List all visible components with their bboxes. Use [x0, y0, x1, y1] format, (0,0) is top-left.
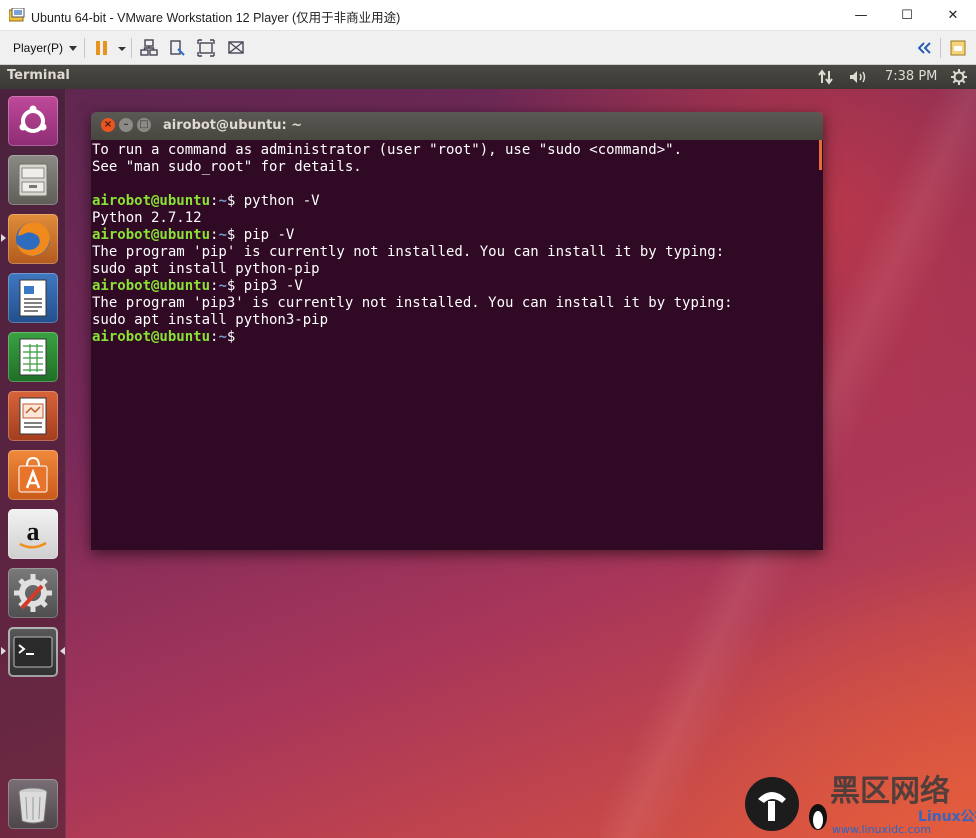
running-indicator	[1, 647, 6, 655]
close-button[interactable]: ✕	[930, 0, 976, 31]
ubuntu-top-panel: Terminal 7:38 PM	[0, 65, 976, 89]
shopping-bag-icon	[18, 456, 48, 493]
panel-clock[interactable]: 7:38 PM	[885, 69, 937, 84]
launcher-settings-button[interactable]	[8, 568, 58, 618]
network-devices-icon[interactable]	[140, 39, 158, 57]
launcher-trash-button[interactable]	[8, 779, 58, 829]
prompt-command: $	[226, 329, 244, 345]
launcher-software-button[interactable]	[8, 450, 58, 500]
fullscreen-icon[interactable]	[197, 39, 215, 57]
prompt-command: $ pip -V	[226, 227, 295, 243]
terminal-prompt-line: airobot@ubuntu:~$	[92, 329, 733, 346]
unity-launcher: a	[0, 89, 66, 838]
prompt-cwd: ~	[218, 329, 227, 345]
terminal-title: airobot@ubuntu: ~	[163, 118, 303, 133]
presentation-icon	[19, 397, 47, 435]
prompt-cwd: ~	[218, 193, 227, 209]
terminal-prompt-line: airobot@ubuntu:~$ python -V	[92, 193, 733, 210]
prompt-user-host: airobot@ubuntu	[92, 278, 211, 294]
running-indicator	[1, 234, 6, 242]
watermark-logo: 黑区网络 www.linuxidc.com Linux公社	[745, 774, 976, 836]
player-menu-label: Player(P)	[13, 41, 64, 55]
library-icon[interactable]	[949, 39, 967, 57]
toolbar-divider	[131, 38, 132, 58]
terminal-output-line: sudo apt install python-pip	[92, 261, 320, 277]
volume-icon[interactable]	[849, 69, 869, 85]
terminal-maximize-button[interactable]: □	[137, 118, 151, 132]
window-title: Ubuntu 64-bit - VMware Workstation 12 Pl…	[31, 11, 401, 25]
terminal-window: × – □ airobot@ubuntu: ~ To run a command…	[91, 112, 823, 550]
unity-mode-icon[interactable]	[227, 39, 245, 57]
prompt-command: $ python -V	[226, 193, 320, 209]
prompt-command: $ pip3 -V	[226, 278, 303, 294]
settings-gear-icon	[14, 574, 52, 612]
prompt-user-host: airobot@ubuntu	[92, 193, 211, 209]
watermark-text: 黑区网络	[830, 774, 950, 809]
toolbar-divider	[84, 38, 85, 58]
terminal-prompt-line: airobot@ubuntu:~$ pip -V	[92, 227, 733, 244]
prompt-cwd: ~	[218, 227, 227, 243]
trash-icon	[18, 787, 48, 824]
terminal-text: To run a command as administrator (user …	[92, 142, 733, 346]
watermark-site: www.linuxidc.com	[832, 823, 931, 836]
terminal-titlebar[interactable]: × – □ airobot@ubuntu: ~	[91, 112, 823, 140]
gear-icon[interactable]	[951, 69, 967, 85]
vmware-titlebar: Ubuntu 64-bit - VMware Workstation 12 Pl…	[0, 0, 976, 31]
prompt-cwd: ~	[218, 278, 227, 294]
chevron-down-icon[interactable]	[117, 39, 127, 57]
svg-text:a: a	[27, 517, 40, 546]
minimize-button[interactable]: —	[838, 0, 884, 31]
document-icon	[19, 279, 47, 317]
spreadsheet-icon	[19, 338, 47, 376]
launcher-dash-button[interactable]	[8, 96, 58, 146]
scrollbar-indicator[interactable]	[819, 140, 822, 170]
player-menu[interactable]: Player(P)	[7, 37, 83, 59]
panel-app-title: Terminal	[7, 68, 70, 83]
collapse-arrows-icon[interactable]	[918, 39, 932, 57]
vmware-app-icon	[9, 8, 25, 22]
terminal-output-line: See "man sudo_root" for details.	[92, 159, 362, 175]
terminal-icon	[13, 636, 53, 668]
launcher-terminal-button[interactable]	[8, 627, 58, 677]
removable-devices-icon[interactable]	[168, 39, 186, 57]
launcher-amazon-button[interactable]: a	[8, 509, 58, 559]
maximize-button[interactable]: ☐	[884, 0, 930, 31]
amazon-icon: a	[19, 517, 47, 549]
terminal-minimize-button[interactable]: –	[119, 118, 133, 132]
terminal-output-line: sudo apt install python3-pip	[92, 312, 329, 328]
terminal-prompt-line: airobot@ubuntu:~$ pip3 -V	[92, 278, 733, 295]
pause-icon[interactable]	[93, 39, 111, 57]
terminal-output[interactable]: To run a command as administrator (user …	[91, 140, 823, 550]
launcher-calc-button[interactable]	[8, 332, 58, 382]
ubuntu-logo-icon	[19, 105, 47, 133]
prompt-user-host: airobot@ubuntu	[92, 329, 211, 345]
firefox-icon	[16, 222, 50, 256]
launcher-impress-button[interactable]	[8, 391, 58, 441]
toolbar-divider	[940, 38, 941, 58]
terminal-output-line: To run a command as administrator (user …	[92, 142, 683, 158]
vmware-toolbar: Player(P)	[0, 31, 976, 65]
focused-indicator	[60, 647, 65, 655]
prompt-user-host: airobot@ubuntu	[92, 227, 211, 243]
terminal-output-line: The program 'pip3' is currently not inst…	[92, 295, 733, 311]
terminal-close-button[interactable]: ×	[101, 118, 115, 132]
watermark-brand: Linux公社	[918, 808, 976, 825]
terminal-output-line: Python 2.7.12	[92, 210, 202, 226]
launcher-writer-button[interactable]	[8, 273, 58, 323]
launcher-firefox-button[interactable]	[8, 214, 58, 264]
launcher-files-button[interactable]	[8, 155, 58, 205]
network-updown-icon[interactable]	[818, 69, 834, 85]
terminal-output-line: The program 'pip' is currently not insta…	[92, 244, 725, 260]
chevron-down-icon	[69, 45, 78, 51]
file-cabinet-icon	[18, 163, 48, 197]
